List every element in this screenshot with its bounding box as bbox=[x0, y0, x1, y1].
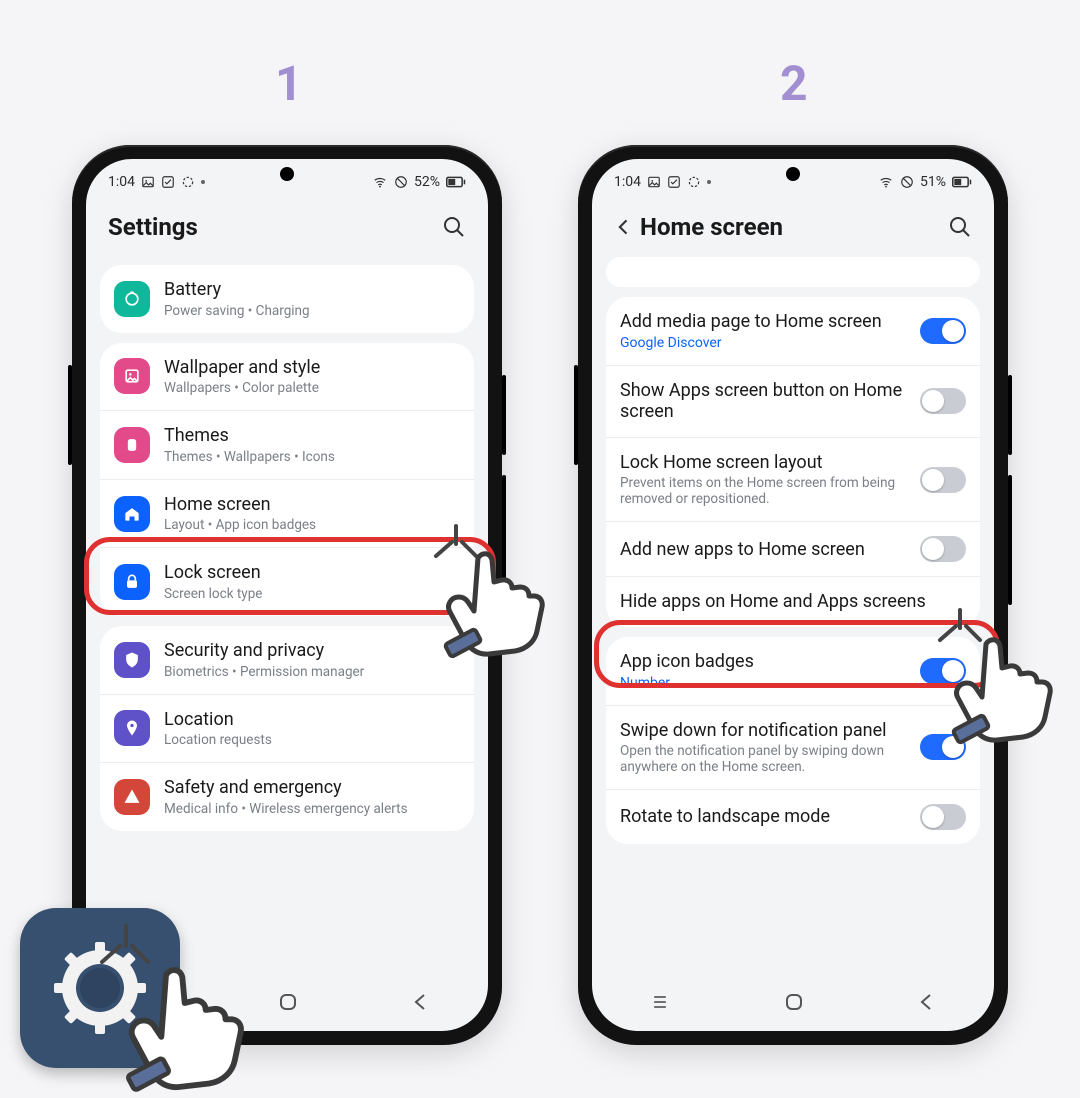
item-subtitle: Wallpapers • Color palette bbox=[164, 380, 460, 396]
settings-item-security[interactable]: Security and privacy Biometrics • Permis… bbox=[100, 626, 474, 694]
item-subtitle: Themes • Wallpapers • Icons bbox=[164, 449, 460, 465]
item-title: Themes bbox=[164, 425, 460, 447]
phone-screen-2: 1:04 51% Home screen bbox=[592, 159, 994, 1031]
toggle-lock-layout[interactable] bbox=[920, 467, 966, 493]
option-swipe-notification[interactable]: Swipe down for notification panel Open t… bbox=[606, 705, 980, 790]
home-chip-icon bbox=[114, 496, 150, 532]
item-title: Home screen bbox=[164, 494, 460, 516]
back-nav-icon[interactable] bbox=[915, 990, 939, 1014]
checkbox-icon bbox=[161, 175, 175, 189]
search-icon[interactable] bbox=[442, 215, 466, 239]
item-subtitle: Location requests bbox=[164, 732, 460, 748]
phone-screen-1: 1:04 52% Settings bbox=[86, 159, 488, 1031]
step-label-2: 2 bbox=[780, 55, 808, 112]
battery-percent: 51% bbox=[920, 174, 946, 190]
battery-percent: 52% bbox=[414, 174, 440, 190]
phone-frame-2: 1:04 51% Home screen bbox=[578, 145, 1008, 1045]
nav-bar bbox=[592, 979, 994, 1025]
themes-chip-icon bbox=[114, 427, 150, 463]
item-subtitle: Biometrics • Permission manager bbox=[164, 664, 460, 680]
page-title: Home screen bbox=[640, 213, 783, 241]
header-home-screen: Home screen bbox=[592, 199, 994, 251]
pin-chip-icon bbox=[114, 710, 150, 746]
recent-apps-icon[interactable] bbox=[647, 992, 673, 1012]
option-app-icon-badges[interactable]: App icon badges Number bbox=[606, 637, 980, 705]
settings-item-themes[interactable]: Themes Themes • Wallpapers • Icons bbox=[100, 410, 474, 479]
search-icon[interactable] bbox=[948, 215, 972, 239]
item-title: Add media page to Home screen bbox=[620, 311, 906, 333]
option-add-new-apps[interactable]: Add new apps to Home screen bbox=[606, 521, 980, 576]
item-subtitle: Power saving • Charging bbox=[164, 303, 460, 319]
nodata-icon bbox=[394, 175, 408, 189]
item-subtitle: Medical info • Wireless emergency alerts bbox=[164, 801, 460, 817]
sync-icon bbox=[687, 175, 701, 189]
item-subtitle: Open the notification panel by swiping d… bbox=[620, 743, 906, 775]
item-subtitle: Layout • App icon badges bbox=[164, 517, 460, 533]
item-link: Google Discover bbox=[620, 335, 906, 351]
item-title: Security and privacy bbox=[164, 640, 460, 662]
settings-item-wallpaper[interactable]: Wallpaper and style Wallpapers • Color p… bbox=[100, 343, 474, 411]
page-title: Settings bbox=[108, 213, 198, 241]
toggle-rotate-landscape[interactable] bbox=[920, 804, 966, 830]
option-lock-layout[interactable]: Lock Home screen layout Prevent items on… bbox=[606, 437, 980, 522]
battery-icon bbox=[952, 176, 972, 188]
checkbox-icon bbox=[667, 175, 681, 189]
item-title: Add new apps to Home screen bbox=[620, 539, 906, 561]
settings-item-battery[interactable]: Battery Power saving • Charging bbox=[100, 265, 474, 333]
toggle-add-media-page[interactable] bbox=[920, 318, 966, 344]
option-show-apps-button[interactable]: Show Apps screen button on Home screen bbox=[606, 365, 980, 437]
toggle-show-apps-button[interactable] bbox=[920, 388, 966, 414]
home-nav-icon[interactable] bbox=[276, 990, 300, 1014]
item-title: Show Apps screen button on Home screen bbox=[620, 380, 906, 423]
toggle-app-icon-badges[interactable] bbox=[920, 658, 966, 684]
toggle-swipe-notification[interactable] bbox=[920, 734, 966, 760]
item-title: Safety and emergency bbox=[164, 777, 460, 799]
item-title: Battery bbox=[164, 279, 460, 301]
item-title: Swipe down for notification panel bbox=[620, 720, 906, 742]
item-title: Location bbox=[164, 709, 460, 731]
settings-item-location[interactable]: Location Location requests bbox=[100, 694, 474, 763]
tap-spark-icon bbox=[426, 516, 486, 576]
item-title: App icon badges bbox=[620, 651, 906, 673]
item-link: Number bbox=[620, 675, 906, 691]
toggle-add-new-apps[interactable] bbox=[920, 536, 966, 562]
option-add-media-page[interactable]: Add media page to Home screen Google Dis… bbox=[606, 297, 980, 365]
home-nav-icon[interactable] bbox=[782, 990, 806, 1014]
settings-item-lock-screen[interactable]: Lock screen Screen lock type bbox=[100, 547, 474, 616]
alert-chip-icon bbox=[114, 779, 150, 815]
sync-icon bbox=[181, 175, 195, 189]
shield-chip-icon bbox=[114, 642, 150, 678]
tap-spark-icon bbox=[90, 914, 160, 984]
settings-item-safety[interactable]: Safety and emergency Medical info • Wire… bbox=[100, 762, 474, 831]
header-settings: Settings bbox=[86, 199, 488, 251]
image-icon bbox=[141, 175, 155, 189]
tap-spark-icon bbox=[930, 600, 990, 660]
item-title: Lock screen bbox=[164, 562, 460, 584]
status-time: 1:04 bbox=[108, 174, 135, 190]
image-icon bbox=[647, 175, 661, 189]
settings-item-home-screen[interactable]: Home screen Layout • App icon badges bbox=[100, 479, 474, 548]
wifi-icon bbox=[372, 175, 388, 189]
battery-icon bbox=[446, 176, 466, 188]
option-hide-apps[interactable]: Hide apps on Home and Apps screens bbox=[606, 576, 980, 627]
item-title: Hide apps on Home and Apps screens bbox=[620, 591, 966, 613]
item-subtitle: Prevent items on the Home screen from be… bbox=[620, 475, 906, 507]
wallpaper-chip-icon bbox=[114, 358, 150, 394]
wifi-icon bbox=[878, 175, 894, 189]
camera-notch bbox=[786, 167, 800, 181]
item-subtitle: Screen lock type bbox=[164, 586, 460, 602]
item-title: Lock Home screen layout bbox=[620, 452, 906, 474]
back-icon[interactable] bbox=[614, 217, 634, 237]
nodata-icon bbox=[900, 175, 914, 189]
step-label-1: 1 bbox=[275, 55, 303, 112]
back-nav-icon[interactable] bbox=[409, 990, 433, 1014]
lock-chip-icon bbox=[114, 564, 150, 600]
camera-notch bbox=[280, 167, 294, 181]
item-title: Wallpaper and style bbox=[164, 357, 460, 379]
status-time: 1:04 bbox=[614, 174, 641, 190]
item-title: Rotate to landscape mode bbox=[620, 806, 906, 828]
option-rotate-landscape[interactable]: Rotate to landscape mode bbox=[606, 789, 980, 844]
battery-chip-icon bbox=[114, 281, 150, 317]
